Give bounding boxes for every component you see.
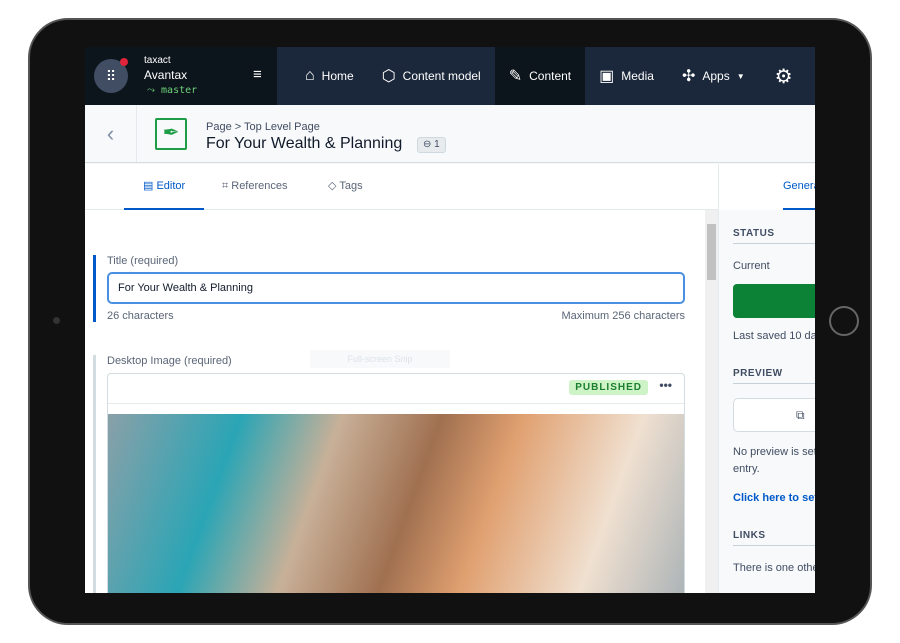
gear-icon: ⚙ [774,65,793,88]
entry-sidebar: STATUS Current Last saved 10 days ago PR… [718,210,815,593]
feather-icon: ✒ [155,118,187,150]
last-saved: Last saved 10 days ago [733,330,815,342]
status-badge: PUBLISHED [569,380,648,395]
environment: ⤳ master [147,85,197,96]
tag-icon: ◇ [328,180,340,192]
nav-label: Content model [402,69,481,83]
editor-tabs: ▤ Editor ⌗ References ◇ Tags [85,164,718,210]
nav-apps[interactable]: ✣ Apps ▼ [668,47,759,105]
asset-image [108,414,684,593]
branch-icon: ⤳ [147,85,162,96]
puzzle-icon: ✣ [681,68,696,85]
entry-title: For Your Wealth & Planning [206,135,403,152]
tab-editor[interactable]: ▤ Editor [124,164,204,210]
references-badge[interactable]: ⊖ 1 [417,137,446,153]
nav-media[interactable]: ▣ Media [585,47,668,105]
hamburger-icon[interactable]: ≡ [253,66,262,83]
space-name: Avantax [144,68,188,82]
title-field: Title (required) For Your Wealth & Plann… [93,255,693,322]
camera-dot [53,317,60,324]
tab-label: General [783,180,815,192]
external-link-icon: ⧉ [796,408,805,422]
tab-tags[interactable]: ◇ Tags [328,164,363,210]
feather-icon: ✎ [508,68,523,85]
title-input[interactable]: For Your Wealth & Planning [107,272,685,304]
field-label: Title (required) [107,255,179,267]
snip-tooltip: Full-screen Snip [310,350,450,368]
org-name: taxact [144,55,171,66]
preview-note: No preview is set up for this [733,446,815,458]
home-icon: ⌂ [305,67,315,84]
space-switcher[interactable]: ⠿ taxact Avantax ⤳ master ≡ [85,47,277,105]
breadcrumb[interactable]: Page > Top Level Page [206,121,320,133]
status-heading: STATUS [733,228,815,244]
box-icon: ⬡ [381,68,396,85]
asset-card[interactable]: PUBLISHED ••• [107,373,685,593]
character-max: Maximum 256 characters [561,310,686,322]
more-options-button[interactable]: ••• [659,378,672,392]
nav-home[interactable]: ⌂ Home [277,47,368,105]
references-icon: ⌗ [222,180,232,192]
editor-main: Title (required) For Your Wealth & Plann… [85,210,705,593]
links-text: There is one other entry [733,562,815,574]
nav-content[interactable]: ✎ Content [494,47,586,105]
notification-dot [120,58,128,66]
nav-label: Media [621,69,654,83]
scrollbar-thumb[interactable] [707,224,716,280]
character-count: 26 characters [107,310,174,322]
links-heading: LINKS [733,530,815,546]
tab-label: Editor [156,180,186,192]
preview-note: entry. [733,463,760,475]
caret-down-icon: ▼ [736,71,745,81]
nav-label: Home [321,69,354,83]
settings-button[interactable]: ⚙ [759,47,807,105]
document-icon: ▤ [143,180,157,192]
home-button [829,306,859,336]
entry-header: ‹ ✒ Page > Top Level Page For Your Wealt… [85,105,815,163]
scrollbar[interactable] [705,210,718,593]
nav-label: Apps [702,69,730,83]
nav-content-model[interactable]: ⬡ Content model [368,47,495,105]
references-count: 1 [434,139,440,150]
setup-preview-link[interactable]: Click here to set up [733,492,815,504]
desktop-image-field: Desktop Image (required) PUBLISHED ••• [93,355,693,593]
top-bar: ⠿ taxact Avantax ⤳ master ≡ ⌂ Home ⬡ Conte… [85,47,815,105]
publish-button[interactable] [733,284,815,318]
environment-name: master [161,85,198,96]
open-preview-button[interactable]: ⧉ [733,398,815,432]
back-button[interactable]: ‹ [85,105,137,162]
tab-label: Tags [339,180,363,192]
image-icon: ▣ [599,68,615,85]
tab-label: References [231,180,288,192]
preview-heading: PREVIEW [733,368,815,384]
status-value: Current [733,260,770,272]
link-icon: ⊖ [423,139,435,150]
tab-general[interactable]: General [718,164,815,210]
tab-references[interactable]: ⌗ References [222,164,288,210]
nav-label: Content [529,69,572,83]
screen: ⠿ taxact Avantax ⤳ master ≡ ⌂ Home ⬡ Conte… [85,47,815,593]
